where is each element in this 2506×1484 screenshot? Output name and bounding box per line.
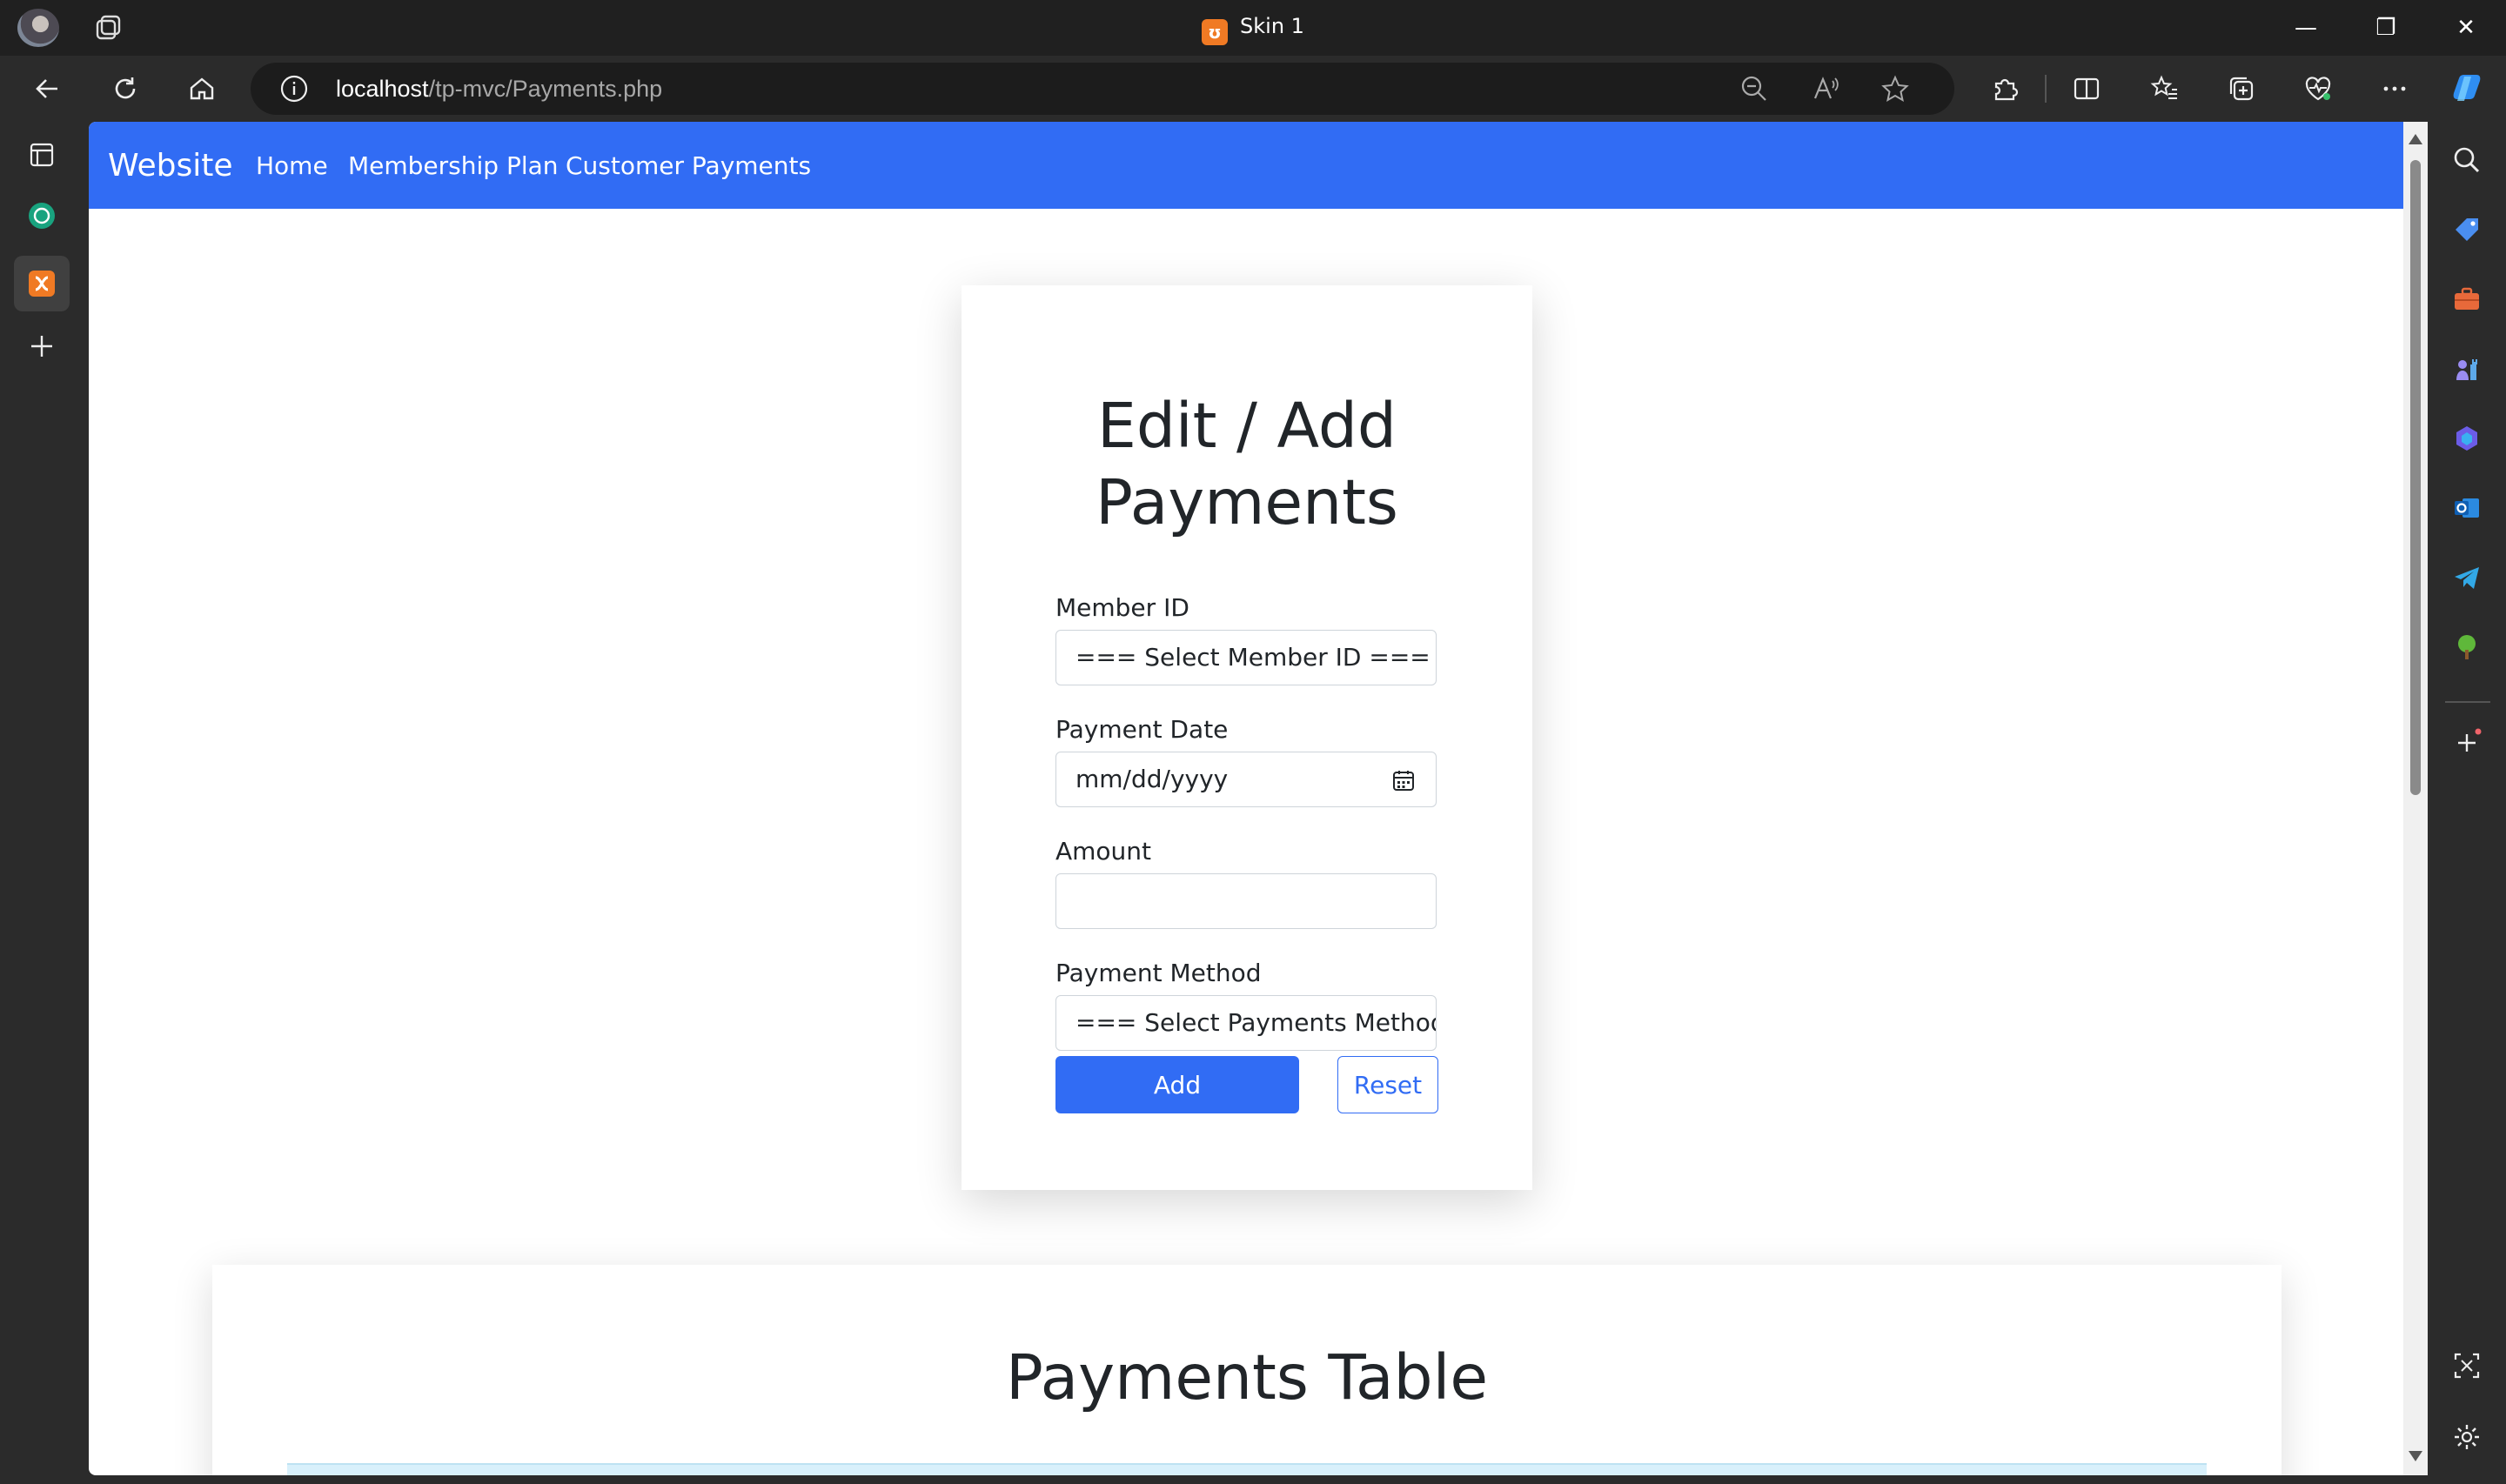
add-button[interactable]: Add — [1055, 1056, 1299, 1113]
sidebar-divider — [2445, 701, 2490, 703]
outlook-icon[interactable] — [2446, 487, 2488, 529]
payments-table-card: Payments Table — [212, 1265, 2282, 1475]
payment-date-placeholder: mm/dd/yyyy — [1075, 765, 1229, 793]
toolbar-divider — [2045, 75, 2047, 103]
payment-method-select[interactable]: === Select Payments Method === — [1055, 995, 1437, 1051]
refresh-icon — [115, 77, 136, 99]
shopping-tag-icon[interactable] — [2446, 209, 2488, 251]
plus-icon — [31, 336, 52, 357]
browser-essentials-icon[interactable] — [2297, 68, 2339, 110]
payment-date-input[interactable]: mm/dd/yyyy — [1055, 752, 1437, 807]
window-title-bar: ʊ Skin 1 — ❐ ✕ — [0, 0, 2506, 56]
add-sidebar-app-button[interactable] — [2446, 722, 2488, 764]
collections-icon[interactable] — [2221, 68, 2262, 110]
page-viewport: Website Home Membership Plan Customer Pa… — [89, 122, 2403, 1475]
form-title: Edit / Add Payments — [1096, 390, 1398, 538]
url-text[interactable]: localhost/tp-mvc/Payments.php — [336, 76, 662, 103]
split-screen-icon[interactable] — [2066, 68, 2107, 110]
edge-sidebar — [2428, 122, 2506, 1484]
minimize-icon: — — [2295, 15, 2317, 41]
close-icon: ✕ — [2456, 15, 2476, 41]
refresh-button[interactable] — [104, 68, 146, 110]
scroll-thumb[interactable] — [2410, 160, 2421, 795]
copilot-icon[interactable] — [2447, 68, 2489, 110]
window-title-text: Skin 1 — [1240, 14, 1304, 38]
zoom-icon[interactable] — [1737, 71, 1772, 106]
new-tab-button[interactable] — [21, 325, 63, 367]
member-id-select[interactable]: === Select Member ID === — [1055, 630, 1437, 685]
browser-toolbar: localhost/tp-mvc/Payments.php — [0, 56, 2506, 122]
telegram-send-icon[interactable] — [2446, 557, 2488, 598]
payment-method-selected-value: === Select Payments Method === — [1075, 1008, 1436, 1037]
restore-button[interactable]: ❐ — [2346, 0, 2426, 56]
address-bar[interactable]: localhost/tp-mvc/Payments.php — [251, 63, 1954, 115]
chatgpt-tab-icon[interactable] — [21, 195, 63, 237]
home-button[interactable] — [181, 68, 223, 110]
payment-date-label: Payment Date — [1055, 715, 1229, 744]
back-button[interactable] — [26, 68, 68, 110]
nav-link-home[interactable]: Home — [256, 151, 328, 180]
xampp-tab-active[interactable] — [14, 256, 70, 311]
url-path: /tp-mvc/Payments.php — [428, 76, 663, 102]
tree-icon[interactable] — [2446, 626, 2488, 668]
close-window-button[interactable]: ✕ — [2426, 0, 2506, 56]
xampp-tab-icon: ʊ — [1202, 19, 1229, 45]
read-aloud-icon[interactable] — [1808, 71, 1843, 106]
member-id-label: Member ID — [1055, 593, 1189, 622]
payment-method-label: Payment Method — [1055, 959, 1262, 987]
scroll-up-icon[interactable] — [2409, 134, 2422, 144]
table-header-row — [287, 1463, 2207, 1475]
plus-icon — [2458, 728, 2482, 752]
window-title: ʊ Skin 1 — [0, 14, 2506, 45]
table-title: Payments Table — [1006, 1341, 1488, 1414]
home-icon — [190, 77, 214, 100]
screenshot-icon[interactable] — [2446, 1345, 2488, 1387]
scroll-down-icon[interactable] — [2409, 1451, 2422, 1461]
url-host: localhost — [336, 76, 429, 102]
payment-form-card: Edit / Add Payments Member ID === Select … — [962, 285, 1532, 1190]
games-chess-icon[interactable] — [2446, 348, 2488, 390]
page-scrollbar[interactable] — [2403, 122, 2428, 1475]
tools-briefcase-icon[interactable] — [2446, 278, 2488, 320]
favorite-star-icon[interactable] — [1878, 71, 1913, 106]
settings-gear-icon[interactable] — [2446, 1416, 2488, 1458]
search-icon[interactable] — [2446, 139, 2488, 181]
xampp-icon — [29, 271, 55, 297]
back-arrow-icon — [36, 79, 57, 98]
restore-icon: ❐ — [2375, 15, 2396, 41]
vertical-tab-rail — [0, 122, 87, 1484]
more-options-icon[interactable] — [2374, 68, 2416, 110]
site-navbar: Website Home Membership Plan Customer Pa… — [89, 122, 2403, 209]
extensions-icon[interactable] — [1984, 68, 2026, 110]
navbar-brand[interactable]: Website — [108, 148, 233, 184]
reset-button[interactable]: Reset — [1337, 1056, 1438, 1113]
amount-input[interactable] — [1055, 873, 1437, 929]
amount-label: Amount — [1055, 837, 1152, 866]
copilot-app-icon[interactable] — [2446, 418, 2488, 459]
nav-link-customer-payments[interactable]: Customer Payments — [566, 151, 811, 180]
calendar-icon[interactable] — [1392, 769, 1415, 792]
tab-actions-icon[interactable] — [21, 134, 63, 176]
member-id-selected-value: === Select Member ID === — [1075, 643, 1431, 672]
minimize-button[interactable]: — — [2266, 0, 2346, 56]
nav-link-membership-plan[interactable]: Membership Plan — [348, 151, 559, 180]
favorites-icon[interactable] — [2144, 68, 2186, 110]
site-info-icon[interactable] — [277, 71, 312, 106]
